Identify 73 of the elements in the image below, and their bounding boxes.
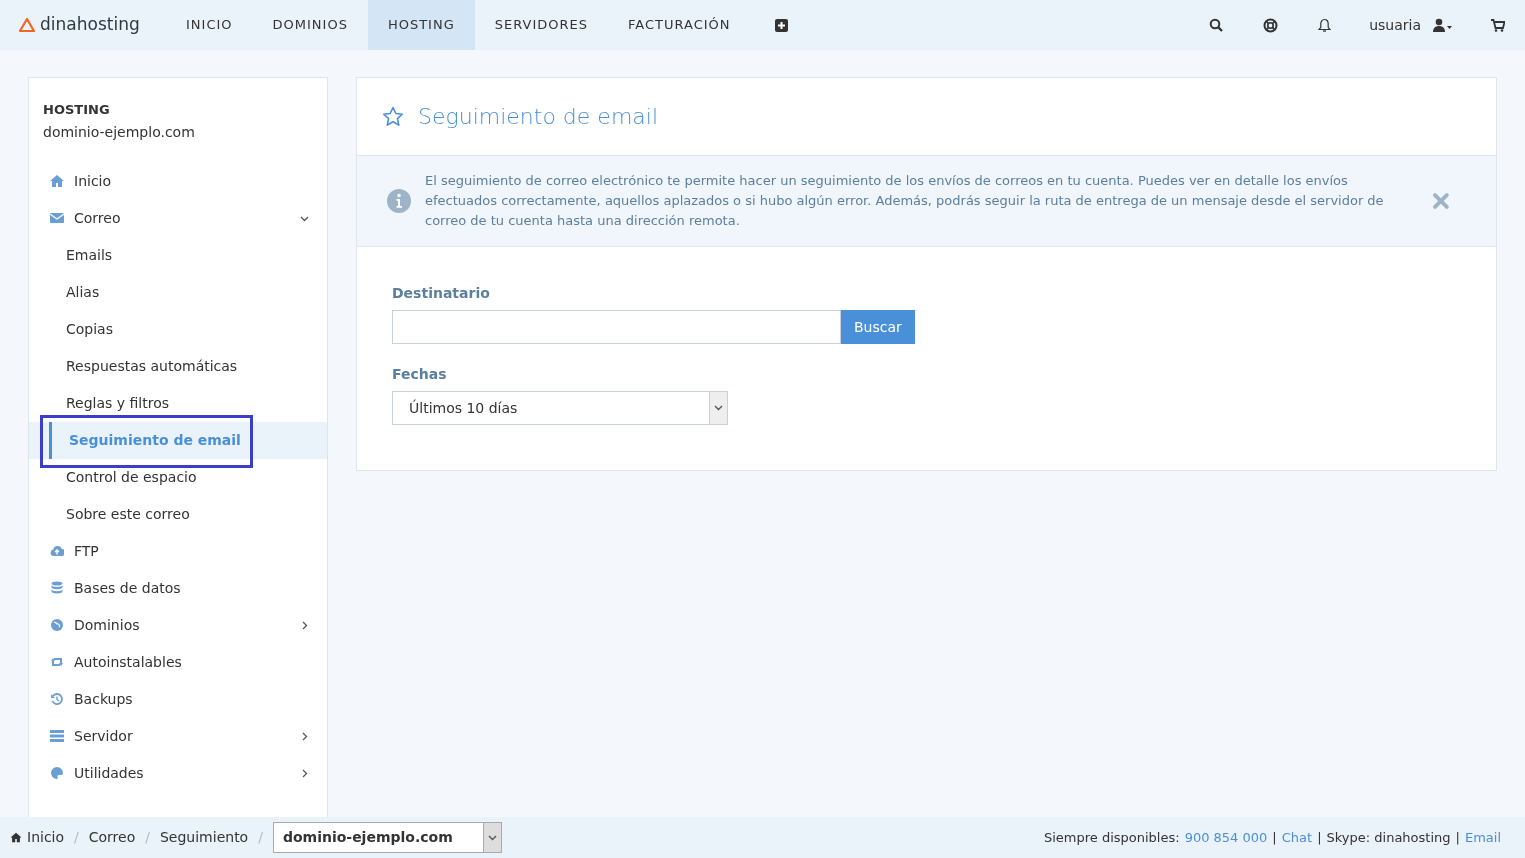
sidebar-item[interactable]: Inicio	[50, 170, 112, 192]
cloud-upload-icon	[50, 544, 64, 558]
breadcrumb-link[interactable]: Seguimiento	[157, 827, 251, 848]
home-icon	[10, 832, 22, 843]
sidebar-item-label: Backups	[74, 689, 133, 709]
nav-tab[interactable]: HOSTING	[367, 0, 475, 50]
chevron-right-icon[interactable]	[300, 768, 309, 778]
field-label: Fechas	[392, 365, 448, 384]
nav-tab[interactable]: DOMINIOS	[252, 0, 368, 50]
sidebar-item[interactable]: Bases de datos	[50, 577, 181, 599]
sidebar-item-label: FTP	[74, 541, 99, 561]
sidebar-item-label: Autoinstalables	[74, 652, 182, 672]
info-text: El seguimiento de correo electrónico te permite hacer un seguimiento de los envíos de correos en tu cuenta. Puedes ver en detalle los envíos efectuados correctamente, aquellos aplazados o si hubo algún error. Además, podrás seguir la ruta de entrega de un mensaje desde el servidor de correo de tu cuenta hasta una dirección remota.	[425, 172, 1385, 230]
lifebuoy-icon[interactable]	[1263, 17, 1279, 33]
sidebar-item[interactable]: Servidor	[50, 725, 133, 747]
dates-dropdown[interactable]: Últimos 10 días	[392, 391, 728, 425]
contact-text: Siempre disponibles:	[1043, 828, 1180, 847]
separator: |	[1272, 828, 1277, 847]
breadcrumb-separator: /	[74, 828, 79, 847]
info-icon	[387, 189, 411, 213]
nav-tab[interactable]: INICIO	[166, 0, 253, 50]
contact-text: Skype: dinahosting	[1326, 828, 1451, 847]
field-label: Destinatario	[392, 284, 491, 303]
star-icon[interactable]	[382, 106, 404, 127]
add-icon[interactable]	[774, 18, 788, 32]
logo-text: dinahosting	[40, 13, 140, 37]
sidebar-item[interactable]: Dominios	[50, 614, 140, 636]
sidebar-subitem[interactable]: Reglas y filtros	[49, 384, 170, 422]
sidebar-subitem[interactable]: Sobre este correo	[49, 495, 190, 533]
sidebar-item-label: Servidor	[74, 726, 133, 746]
sidebar-item[interactable]: Autoinstalables	[50, 651, 182, 673]
sidebar-item-label: Correo	[74, 208, 121, 228]
sidebar-subitem[interactable]: Control de espacio	[49, 458, 197, 496]
user-menu-icon[interactable]	[1433, 18, 1453, 32]
sidebar-item-label: Dominios	[74, 615, 140, 635]
sidebar-subitem[interactable]: Alias	[49, 273, 100, 311]
sidebar-item-label: Utilidades	[74, 763, 144, 783]
chevron-right-icon[interactable]	[300, 731, 309, 741]
server-icon	[50, 729, 64, 743]
separator: |	[1455, 828, 1460, 847]
nav-tab[interactable]: FACTURACIÓN	[608, 0, 751, 50]
caret-icon	[487, 834, 497, 841]
nav-tab[interactable]: SERVIDORES	[474, 0, 608, 50]
username[interactable]: usuaria	[1369, 14, 1421, 36]
search-icon[interactable]	[1209, 18, 1224, 32]
chevron-right-icon[interactable]	[300, 620, 309, 630]
domain-dropdown[interactable]: dominio-ejemplo.com	[272, 822, 502, 853]
sidebar-subitem[interactable]: Respuestas automáticas	[49, 347, 238, 385]
envelope-icon	[50, 211, 64, 225]
breadcrumb-separator: /	[258, 828, 263, 847]
breadcrumb-link[interactable]: Inicio	[25, 827, 67, 848]
sidebar-item-label: Inicio	[74, 171, 112, 191]
caret-icon	[714, 405, 723, 411]
home-icon	[50, 174, 64, 188]
sidebar-item[interactable]: Utilidades	[50, 762, 144, 784]
separator: |	[1317, 828, 1322, 847]
sidebar-subitem[interactable]: Emails	[49, 236, 113, 274]
recipient-field[interactable]	[392, 310, 841, 344]
breadcrumb-link[interactable]: Correo	[86, 827, 138, 848]
history-icon	[50, 692, 64, 706]
page-title: Seguimiento de email	[418, 103, 659, 131]
cart-icon[interactable]	[1491, 18, 1505, 32]
sidebar-item[interactable]: FTP	[50, 540, 99, 562]
breadcrumb-separator: /	[145, 828, 150, 847]
sidebar-item[interactable]: Correo	[50, 207, 121, 229]
section-title: HOSTING	[43, 101, 111, 119]
database-icon	[50, 581, 64, 595]
domain-name: dominio-ejemplo.com	[43, 122, 196, 142]
sidebar-subitem[interactable]: Copias	[49, 310, 113, 348]
logo-icon	[18, 17, 36, 33]
bell-icon[interactable]	[1318, 17, 1332, 33]
sidebar-item[interactable]: Backups	[50, 688, 133, 710]
sidebar-item-label: Bases de datos	[74, 578, 181, 598]
